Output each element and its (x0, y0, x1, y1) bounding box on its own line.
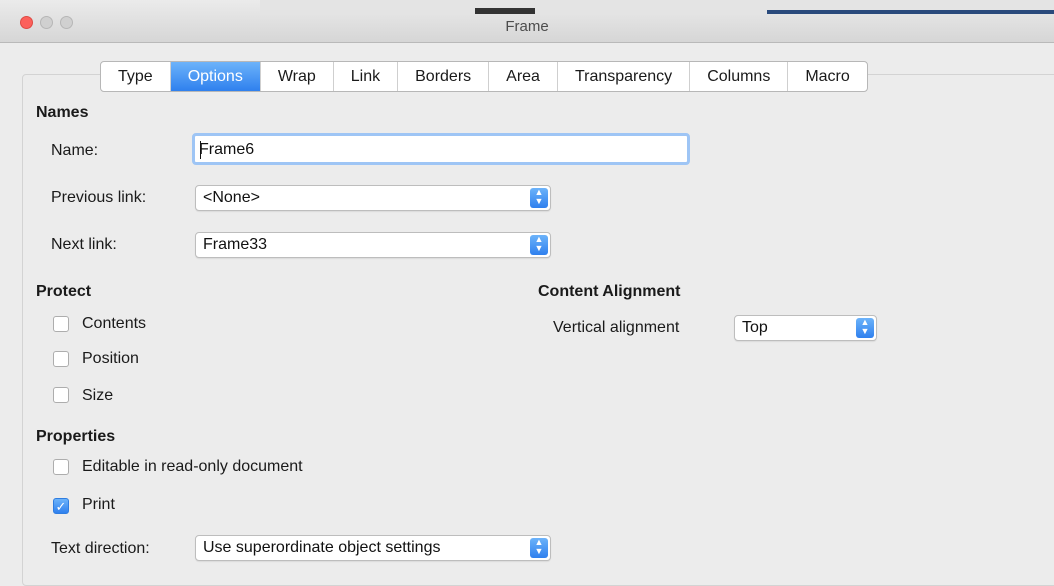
contents-label: Contents (82, 315, 147, 332)
next-link-select[interactable]: Frame33 ▲ ▼ (195, 232, 551, 258)
text-cursor (200, 141, 201, 159)
checkmark-icon: ✓ (55, 499, 67, 514)
next-link-value: Frame33 (203, 236, 268, 253)
vertical-alignment-value: Top (742, 319, 768, 336)
content-alignment-section-title: Content Alignment (538, 283, 681, 300)
chevron-up-down-icon: ▲ ▼ (530, 235, 548, 255)
vertical-alignment-label: Vertical alignment (553, 319, 680, 336)
names-section-title: Names (36, 104, 89, 121)
background-window-strip (260, 0, 1054, 14)
tab-options[interactable]: Options (170, 62, 261, 91)
editable-read-only-checkbox[interactable] (53, 459, 69, 475)
tab-type[interactable]: Type (101, 62, 171, 91)
tab-macro[interactable]: Macro (788, 62, 866, 91)
tab-columns[interactable]: Columns (690, 62, 789, 91)
window-titlebar: Frame (0, 0, 1054, 43)
previous-link-value: <None> (203, 189, 260, 206)
text-direction-label: Text direction: (51, 540, 150, 557)
contents-checkbox[interactable] (53, 316, 69, 332)
chevron-up-down-icon: ▲ ▼ (530, 188, 548, 208)
text-direction-select[interactable]: Use superordinate object settings ▲ ▼ (195, 535, 551, 561)
vertical-alignment-select[interactable]: Top ▲ ▼ (734, 315, 877, 341)
window-title: Frame (505, 18, 549, 35)
background-window-fragment (767, 10, 1054, 14)
tab-bar: Type Options Wrap Link Borders Area Tran… (100, 61, 868, 92)
previous-link-select[interactable]: <None> ▲ ▼ (195, 185, 551, 211)
size-checkbox[interactable] (53, 387, 69, 403)
next-link-label: Next link: (51, 236, 117, 253)
chevron-up-down-icon: ▲ ▼ (530, 538, 548, 558)
name-label: Name: (51, 142, 99, 159)
protect-section-title: Protect (36, 283, 92, 300)
text-direction-value: Use superordinate object settings (203, 539, 441, 556)
print-label: Print (82, 496, 115, 513)
previous-link-label: Previous link: (51, 189, 147, 206)
editable-read-only-label: Editable in read-only document (82, 458, 303, 475)
position-checkbox[interactable] (53, 351, 69, 367)
position-label: Position (82, 350, 139, 367)
tab-area[interactable]: Area (489, 62, 558, 91)
chevron-up-down-icon: ▲ ▼ (856, 318, 874, 338)
properties-section-title: Properties (36, 428, 116, 445)
tab-transparency[interactable]: Transparency (558, 62, 691, 91)
name-input[interactable] (192, 133, 690, 165)
print-checkbox[interactable]: ✓ (53, 498, 69, 514)
tab-borders[interactable]: Borders (398, 62, 490, 91)
size-label: Size (82, 387, 114, 404)
background-window-fragment (475, 8, 535, 14)
tab-link[interactable]: Link (334, 62, 399, 91)
tab-wrap[interactable]: Wrap (261, 62, 334, 91)
